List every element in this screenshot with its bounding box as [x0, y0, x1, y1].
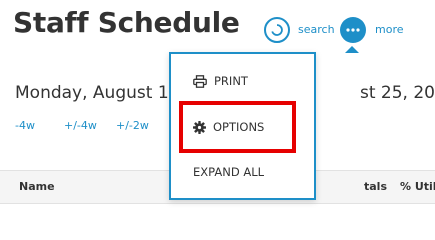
menu-item-label: PRINT [214, 74, 248, 88]
page-title: Staff Schedule [13, 6, 240, 39]
ellipsis-icon [346, 28, 360, 32]
nav-range-2w-link[interactable]: +/-2w [116, 119, 149, 132]
menu-item-print[interactable]: PRINT [193, 74, 248, 88]
search-label[interactable]: search [298, 23, 335, 36]
date-range-start: Monday, August 1 [15, 83, 169, 103]
more-dropdown-menu: PRINT OPTIONS EXPAND ALL [169, 52, 316, 200]
refresh-search-icon [271, 24, 283, 36]
menu-item-expand-all[interactable]: EXPAND ALL [193, 165, 264, 179]
options-highlight-box [179, 101, 296, 153]
nav-range-4w-link[interactable]: +/-4w [64, 119, 97, 132]
column-header-name[interactable]: Name [19, 180, 55, 193]
menu-item-label: EXPAND ALL [193, 165, 265, 179]
dropdown-caret [345, 46, 359, 53]
more-button[interactable] [340, 17, 366, 43]
more-label[interactable]: more [375, 23, 404, 36]
search-button[interactable] [264, 17, 290, 43]
printer-icon [193, 74, 207, 88]
column-header-totals[interactable]: tals [364, 180, 387, 193]
column-header-util[interactable]: % Util [400, 180, 435, 193]
date-range-end: st 25, 20 [360, 83, 435, 103]
nav-back-4w-link[interactable]: -4w [15, 119, 35, 132]
